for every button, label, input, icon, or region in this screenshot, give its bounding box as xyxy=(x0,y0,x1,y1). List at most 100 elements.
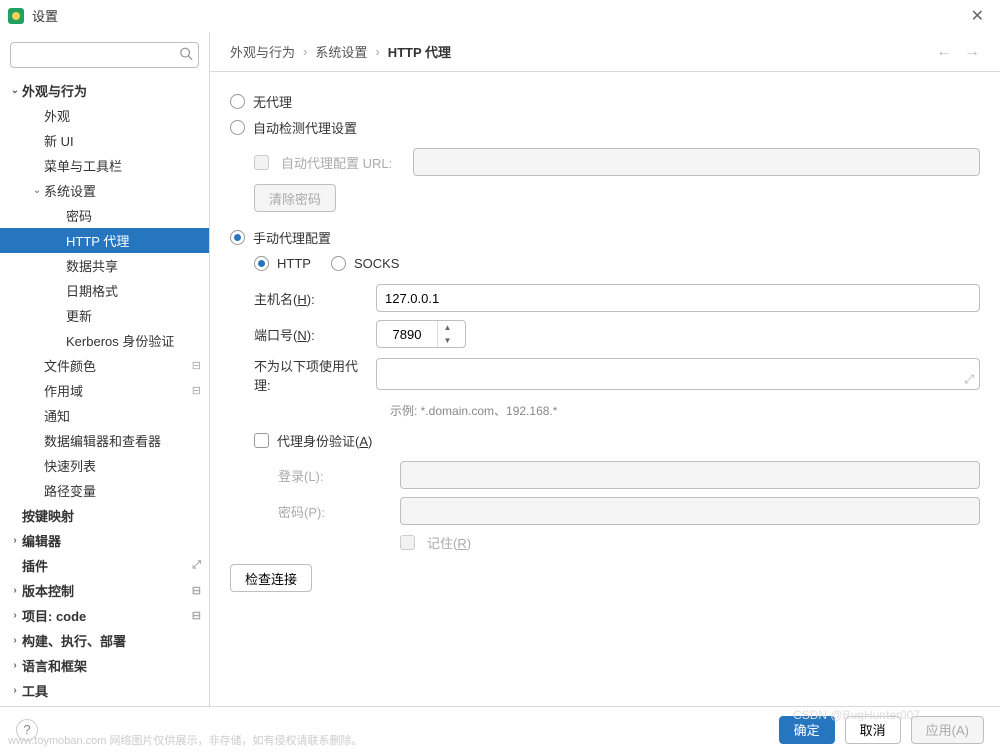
search-input[interactable] xyxy=(10,42,199,68)
no-proxy-radio[interactable] xyxy=(230,94,245,109)
tree-item-label: 工具 xyxy=(22,681,201,700)
tree-item-11[interactable]: 文件颜色⊟ xyxy=(0,353,209,378)
tree-item-label: 通知 xyxy=(44,406,201,425)
tree-item-label: 新 UI xyxy=(44,131,201,150)
login-input xyxy=(400,461,980,489)
tree-item-label: 数据编辑器和查看器 xyxy=(44,431,201,450)
tree-item-6[interactable]: HTTP 代理 xyxy=(0,228,209,253)
scope-badge-icon: ⊟ xyxy=(192,609,201,622)
password-label: 密码(P): xyxy=(278,502,388,521)
tree-item-label: 快速列表 xyxy=(44,456,201,475)
password-input xyxy=(400,497,980,525)
no-proxy-label: 无代理 xyxy=(253,92,292,111)
tree-item-21[interactable]: ›项目: code⊟ xyxy=(0,603,209,628)
manual-proxy-radio[interactable] xyxy=(230,230,245,245)
host-input[interactable] xyxy=(376,284,980,312)
tree-item-17[interactable]: 按键映射 xyxy=(0,503,209,528)
auto-detect-radio[interactable] xyxy=(230,120,245,135)
chevron-icon: › xyxy=(8,585,22,596)
remember-check xyxy=(400,535,415,550)
check-connection-button[interactable]: 检查连接 xyxy=(230,564,312,592)
auth-check[interactable] xyxy=(254,433,269,448)
scope-badge-icon: ⊟ xyxy=(192,359,201,372)
tree-item-18[interactable]: ›编辑器 xyxy=(0,528,209,553)
manual-proxy-label: 手动代理配置 xyxy=(253,228,331,247)
chevron-right-icon: › xyxy=(303,44,307,59)
tree-item-12[interactable]: 作用域⊟ xyxy=(0,378,209,403)
tree-item-label: 密码 xyxy=(66,206,201,225)
spinner-up-icon[interactable]: ▲ xyxy=(438,321,457,334)
tree-item-label: 外观 xyxy=(44,106,201,125)
tree-item-1[interactable]: 外观 xyxy=(0,103,209,128)
http-label: HTTP xyxy=(277,256,311,271)
no-proxy-for-input[interactable] xyxy=(376,358,980,390)
tree-item-label: HTTP 代理 xyxy=(66,231,201,250)
chevron-icon: › xyxy=(8,660,22,671)
tree-item-19[interactable]: 插件⤢ xyxy=(0,553,209,578)
tree-item-label: Kerberos 身份验证 xyxy=(66,331,201,350)
crumb-0[interactable]: 外观与行为 xyxy=(230,42,295,61)
tree-item-3[interactable]: 菜单与工具栏 xyxy=(0,153,209,178)
close-icon[interactable]: ✕ xyxy=(963,2,992,30)
tree-item-0[interactable]: ⌄外观与行为 xyxy=(0,78,209,103)
chevron-icon: ⌄ xyxy=(8,85,22,96)
tree-item-22[interactable]: ›构建、执行、部署 xyxy=(0,628,209,653)
port-spinner[interactable]: ▲▼ xyxy=(376,320,466,348)
sidebar: ⌄外观与行为外观新 UI菜单与工具栏⌄系统设置密码HTTP 代理数据共享日期格式… xyxy=(0,32,210,706)
port-input[interactable] xyxy=(377,327,437,342)
apply-button: 应用(A) xyxy=(911,716,984,744)
tree-item-7[interactable]: 数据共享 xyxy=(0,253,209,278)
tree-item-label: 项目: code xyxy=(22,606,192,625)
tree-item-14[interactable]: 数据编辑器和查看器 xyxy=(0,428,209,453)
settings-tree: ⌄外观与行为外观新 UI菜单与工具栏⌄系统设置密码HTTP 代理数据共享日期格式… xyxy=(0,78,209,706)
tree-item-10[interactable]: Kerberos 身份验证 xyxy=(0,328,209,353)
port-label: 端口号(N): xyxy=(254,325,364,344)
tree-item-label: 按键映射 xyxy=(22,506,201,525)
chevron-icon: › xyxy=(8,635,22,646)
tree-item-15[interactable]: 快速列表 xyxy=(0,453,209,478)
remember-label: 记住(R) xyxy=(427,533,471,552)
tree-item-label: 编辑器 xyxy=(22,531,201,550)
tree-item-label: 更新 xyxy=(66,306,201,325)
back-icon[interactable]: ← xyxy=(936,43,952,61)
tree-item-label: 作用域 xyxy=(44,381,192,400)
cancel-button[interactable]: 取消 xyxy=(845,716,901,744)
tree-item-label: 日期格式 xyxy=(66,281,201,300)
auto-detect-label: 自动检测代理设置 xyxy=(253,118,357,137)
tree-item-label: 版本控制 xyxy=(22,581,192,600)
tree-item-label: 路径变量 xyxy=(44,481,201,500)
auto-url-label: 自动代理配置 URL: xyxy=(281,153,401,172)
tree-item-4[interactable]: ⌄系统设置 xyxy=(0,178,209,203)
spinner-down-icon[interactable]: ▼ xyxy=(438,334,457,347)
socks-label: SOCKS xyxy=(354,256,400,271)
tree-item-20[interactable]: ›版本控制⊟ xyxy=(0,578,209,603)
tree-item-23[interactable]: ›语言和框架 xyxy=(0,653,209,678)
tree-item-5[interactable]: 密码 xyxy=(0,203,209,228)
crumb-1[interactable]: 系统设置 xyxy=(315,42,367,61)
scope-badge-icon: ⊟ xyxy=(192,584,201,597)
content-area: 无代理 自动检测代理设置 自动代理配置 URL: 清除密码 手动代理配置 xyxy=(210,72,1000,706)
chevron-icon: › xyxy=(8,535,22,546)
tree-item-16[interactable]: 路径变量 xyxy=(0,478,209,503)
tree-item-label: 插件 xyxy=(22,556,192,575)
forward-icon[interactable]: → xyxy=(964,43,980,61)
scope-badge-icon: ⊟ xyxy=(192,384,201,397)
chevron-icon: ⌄ xyxy=(30,185,44,196)
tree-item-24[interactable]: ›工具 xyxy=(0,678,209,703)
tree-item-label: 系统设置 xyxy=(44,181,201,200)
tree-item-9[interactable]: 更新 xyxy=(0,303,209,328)
main-panel: 外观与行为 › 系统设置 › HTTP 代理 ← → 无代理 自动检测代理设置 xyxy=(210,32,1000,706)
tree-item-2[interactable]: 新 UI xyxy=(0,128,209,153)
tree-item-13[interactable]: 通知 xyxy=(0,403,209,428)
http-radio[interactable] xyxy=(254,256,269,271)
auto-url-input xyxy=(413,148,980,176)
tree-item-label: 数据共享 xyxy=(66,256,201,275)
tree-item-label: 菜单与工具栏 xyxy=(44,156,201,175)
tree-item-8[interactable]: 日期格式 xyxy=(0,278,209,303)
socks-radio[interactable] xyxy=(331,256,346,271)
expand-icon[interactable]: ⤢ xyxy=(964,372,974,387)
auto-url-check xyxy=(254,155,269,170)
ok-button[interactable]: 确定 xyxy=(779,716,835,744)
clear-password-button: 清除密码 xyxy=(254,184,336,212)
crumb-2: HTTP 代理 xyxy=(388,42,451,61)
